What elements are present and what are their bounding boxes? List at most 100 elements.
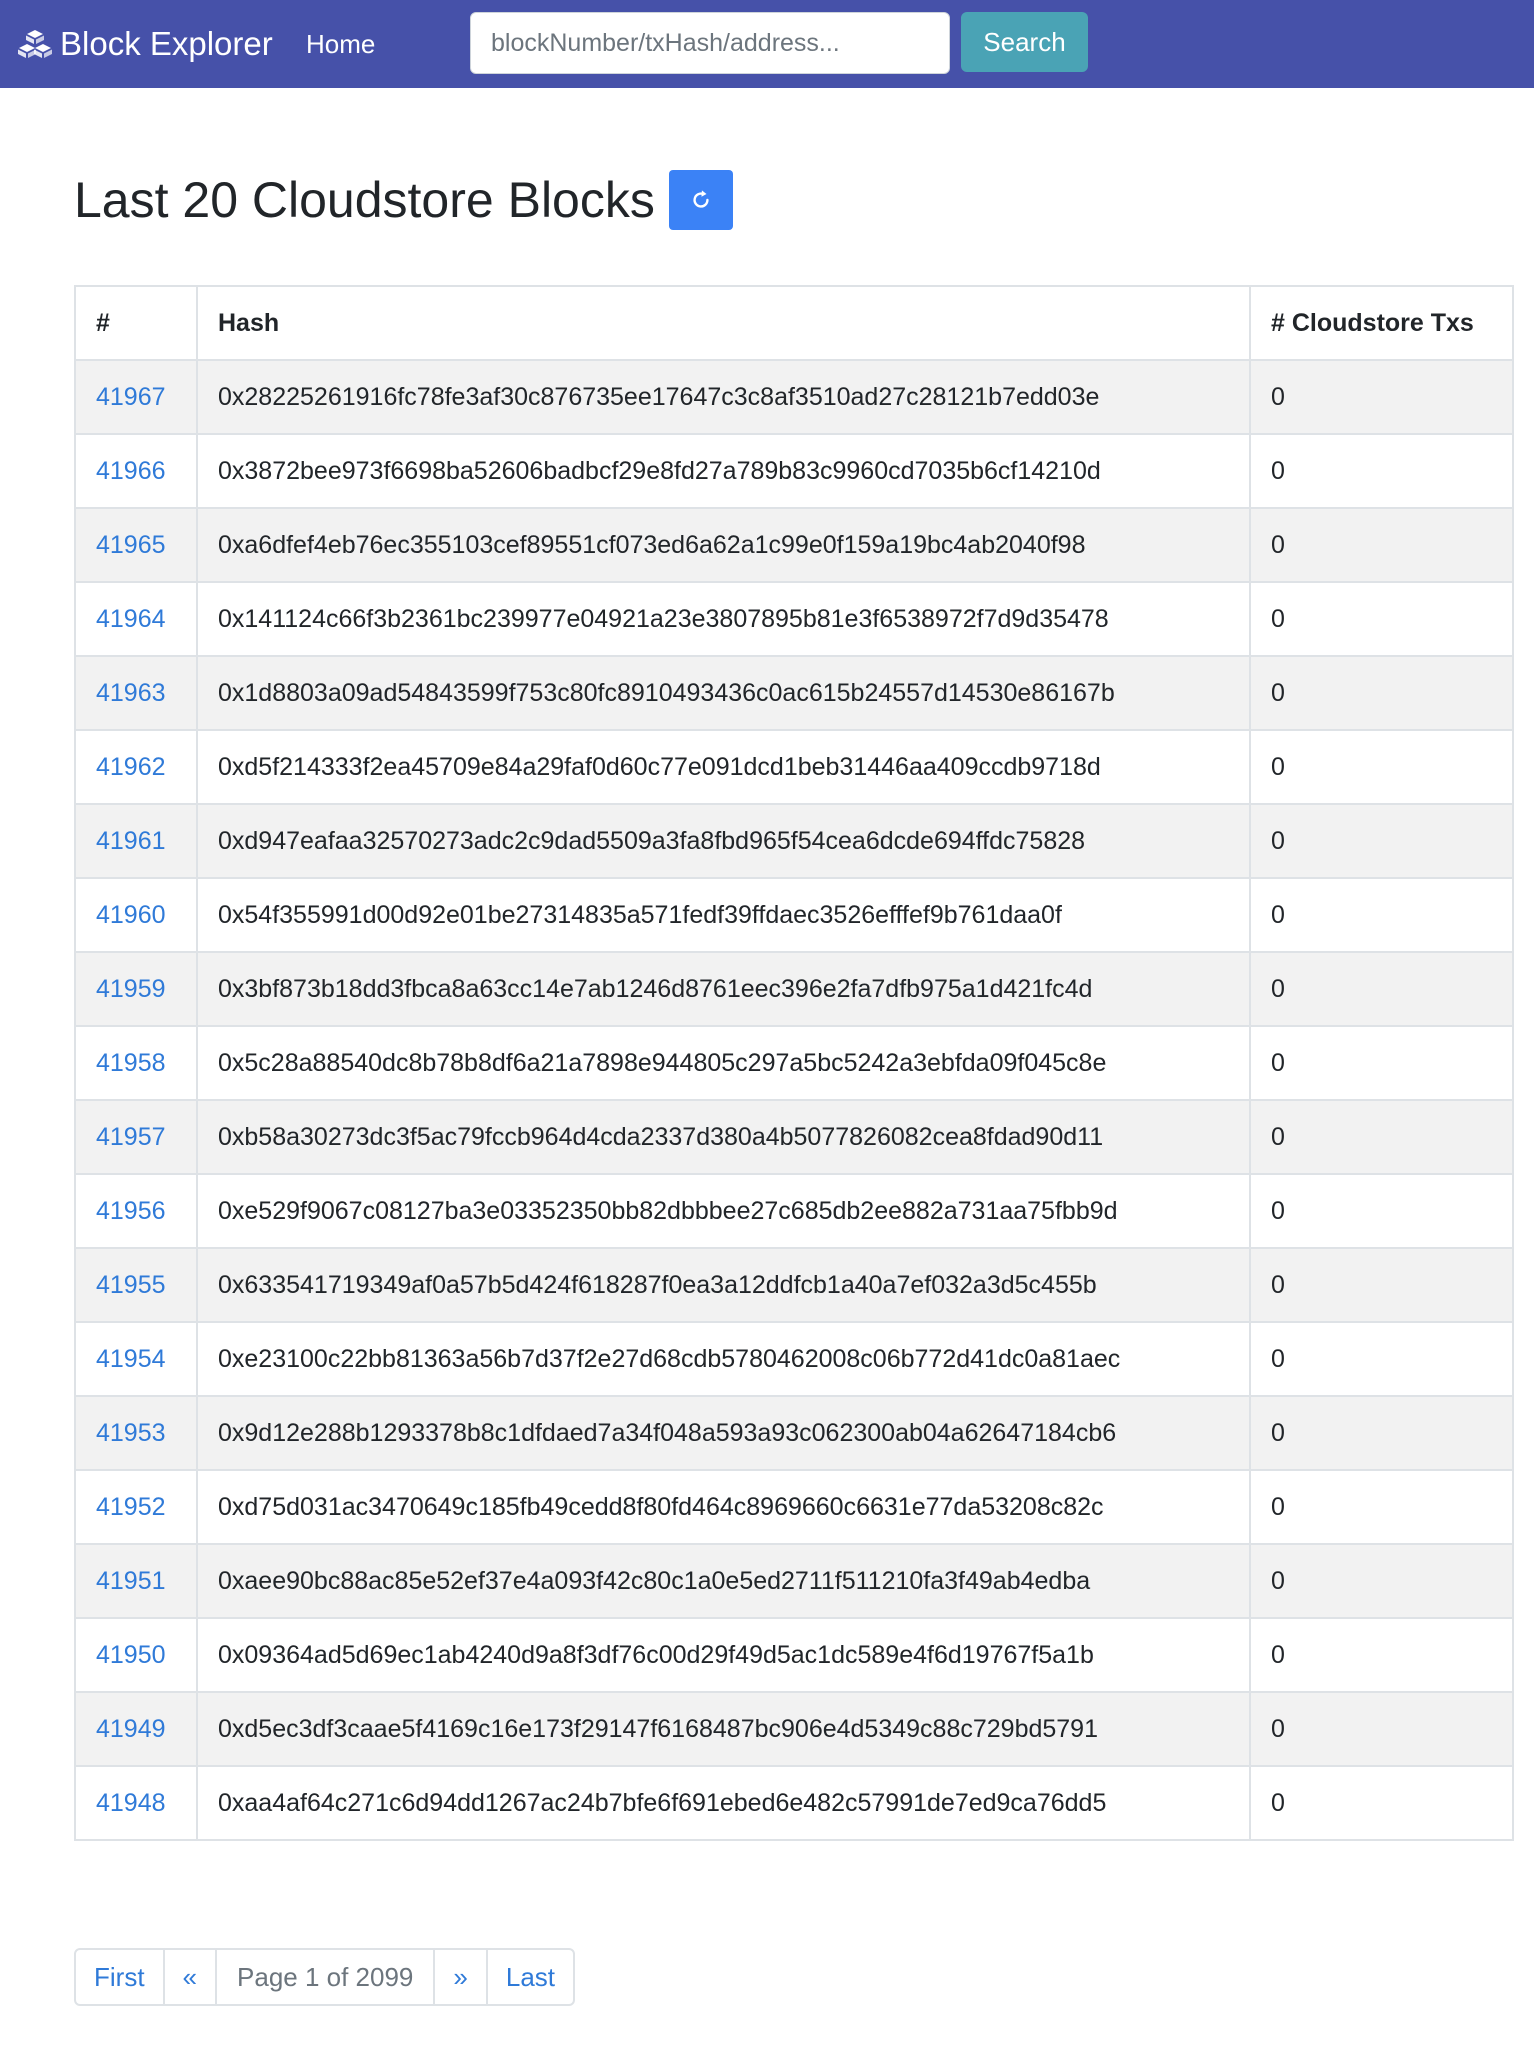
- pagination-next[interactable]: »: [433, 1948, 488, 2006]
- block-number-link[interactable]: 41952: [96, 1493, 166, 1521]
- page-title: Last 20 Cloudstore Blocks: [74, 172, 655, 228]
- blocks-table-body: 41967 0x28225261916fc78fe3af30c876735ee17…: [74, 359, 1514, 1841]
- cloudstore-txs-cell: 0: [1249, 1025, 1514, 1101]
- cloudstore-txs-cell: 0: [1249, 1543, 1514, 1619]
- block-hash-cell: 0x28225261916fc78fe3af30c876735ee17647c3…: [196, 359, 1251, 435]
- table-row: 41955 0x633541719349af0a57b5d424f618287f0…: [74, 1247, 1514, 1323]
- brand-link[interactable]: Block Explorer: [18, 22, 273, 66]
- cloudstore-txs-cell: 0: [1249, 951, 1514, 1027]
- block-number-cell: 41962: [74, 729, 198, 805]
- block-hash-cell: 0xb58a30273dc3f5ac79fccb964d4cda2337d380…: [196, 1099, 1251, 1175]
- cloudstore-txs-cell: 0: [1249, 1395, 1514, 1471]
- block-hash-cell: 0x9d12e288b1293378b8c1dfdaed7a34f048a593…: [196, 1395, 1251, 1471]
- cloudstore-txs-cell: 0: [1249, 1173, 1514, 1249]
- block-number-link[interactable]: 41956: [96, 1197, 166, 1225]
- block-number-link[interactable]: 41950: [96, 1641, 166, 1669]
- block-number-cell: 41961: [74, 803, 198, 879]
- block-hash-cell: 0xe23100c22bb81363a56b7d37f2e27d68cdb578…: [196, 1321, 1251, 1397]
- block-number-cell: 41957: [74, 1099, 198, 1175]
- cubes-icon: [18, 30, 52, 58]
- search-button[interactable]: Search: [961, 12, 1088, 72]
- block-number-cell: 41954: [74, 1321, 198, 1397]
- block-number-link[interactable]: 41959: [96, 975, 166, 1003]
- table-row: 41950 0x09364ad5d69ec1ab4240d9a8f3df76c00…: [74, 1617, 1514, 1693]
- block-number-cell: 41956: [74, 1173, 198, 1249]
- table-row: 41964 0x141124c66f3b2361bc239977e04921a23…: [74, 581, 1514, 657]
- table-row: 41954 0xe23100c22bb81363a56b7d37f2e27d68c…: [74, 1321, 1514, 1397]
- cloudstore-txs-cell: 0: [1249, 1099, 1514, 1175]
- navbar: Block Explorer Home Search: [0, 0, 1534, 88]
- block-hash-cell: 0xd947eafaa32570273adc2c9dad5509a3fa8fbd…: [196, 803, 1251, 879]
- cloudstore-txs-cell: 0: [1249, 877, 1514, 953]
- cloudstore-txs-cell: 0: [1249, 729, 1514, 805]
- block-hash-cell: 0x3872bee973f6698ba52606badbcf29e8fd27a7…: [196, 433, 1251, 509]
- table-row: 41958 0x5c28a88540dc8b78b8df6a21a7898e944…: [74, 1025, 1514, 1101]
- blocks-table: # Hash # Cloudstore Txs 41967 0x282252619…: [74, 285, 1514, 1841]
- table-row: 41965 0xa6dfef4eb76ec355103cef89551cf073e…: [74, 507, 1514, 583]
- brand-label: Block Explorer: [60, 25, 273, 62]
- table-row: 41960 0x54f355991d00d92e01be27314835a571f…: [74, 877, 1514, 953]
- block-hash-cell: 0xd5ec3df3caae5f4169c16e173f29147f616848…: [196, 1691, 1251, 1767]
- table-row: 41948 0xaa4af64c271c6d94dd1267ac24b7bfe6f…: [74, 1765, 1514, 1841]
- table-row: 41951 0xaee90bc88ac85e52ef37e4a093f42c80c…: [74, 1543, 1514, 1619]
- block-hash-cell: 0xd5f214333f2ea45709e84a29faf0d60c77e091…: [196, 729, 1251, 805]
- pagination: First « Page 1 of 2099 » Last: [74, 1948, 576, 2006]
- block-hash-cell: 0xd75d031ac3470649c185fb49cedd8f80fd464c…: [196, 1469, 1251, 1545]
- table-row: 41956 0xe529f9067c08127ba3e03352350bb82db…: [74, 1173, 1514, 1249]
- cloudstore-txs-cell: 0: [1249, 507, 1514, 583]
- block-number-link[interactable]: 41949: [96, 1715, 166, 1743]
- cloudstore-txs-cell: 0: [1249, 359, 1514, 435]
- block-number-link[interactable]: 41948: [96, 1789, 166, 1817]
- block-number-link[interactable]: 41964: [96, 605, 166, 633]
- block-number-link[interactable]: 41966: [96, 457, 166, 485]
- cloudstore-txs-cell: 0: [1249, 1469, 1514, 1545]
- table-row: 41962 0xd5f214333f2ea45709e84a29faf0d60c7…: [74, 729, 1514, 805]
- table-row: 41963 0x1d8803a09ad54843599f753c80fc89104…: [74, 655, 1514, 731]
- pagination-last[interactable]: Last: [485, 1948, 576, 2006]
- block-hash-cell: 0x3bf873b18dd3fbca8a63cc14e7ab1246d8761e…: [196, 951, 1251, 1027]
- table-row: 41949 0xd5ec3df3caae5f4169c16e173f29147f6…: [74, 1691, 1514, 1767]
- block-number-link[interactable]: 41957: [96, 1123, 166, 1151]
- block-hash-cell: 0xaa4af64c271c6d94dd1267ac24b7bfe6f691eb…: [196, 1765, 1251, 1841]
- block-number-link[interactable]: 41961: [96, 827, 166, 855]
- pagination-first[interactable]: First: [74, 1948, 165, 2006]
- block-number-link[interactable]: 41951: [96, 1567, 166, 1595]
- block-number-cell: 41963: [74, 655, 198, 731]
- nav-home-link[interactable]: Home: [306, 26, 375, 62]
- block-number-cell: 41950: [74, 1617, 198, 1693]
- block-number-link[interactable]: 41965: [96, 531, 166, 559]
- block-number-link[interactable]: 41967: [96, 383, 166, 411]
- table-row: 41953 0x9d12e288b1293378b8c1dfdaed7a34f04…: [74, 1395, 1514, 1471]
- block-hash-cell: 0x633541719349af0a57b5d424f618287f0ea3a1…: [196, 1247, 1251, 1323]
- block-number-link[interactable]: 41960: [96, 901, 166, 929]
- header-hash: Hash: [196, 285, 1251, 361]
- block-number-cell: 41952: [74, 1469, 198, 1545]
- block-number-cell: 41965: [74, 507, 198, 583]
- cloudstore-txs-cell: 0: [1249, 581, 1514, 657]
- cloudstore-txs-cell: 0: [1249, 655, 1514, 731]
- block-number-cell: 41966: [74, 433, 198, 509]
- pagination-prev[interactable]: «: [162, 1948, 218, 2006]
- block-number-link[interactable]: 41954: [96, 1345, 166, 1373]
- table-row: 41966 0x3872bee973f6698ba52606badbcf29e8f…: [74, 433, 1514, 509]
- block-number-cell: 41967: [74, 359, 198, 435]
- block-number-link[interactable]: 41962: [96, 753, 166, 781]
- block-number-link[interactable]: 41958: [96, 1049, 166, 1077]
- cloudstore-txs-cell: 0: [1249, 1691, 1514, 1767]
- block-number-cell: 41964: [74, 581, 198, 657]
- pagination-info: Page 1 of 2099: [215, 1948, 436, 2006]
- table-row: 41957 0xb58a30273dc3f5ac79fccb964d4cda233…: [74, 1099, 1514, 1175]
- block-hash-cell: 0x141124c66f3b2361bc239977e04921a23e3807…: [196, 581, 1251, 657]
- block-number-link[interactable]: 41953: [96, 1419, 166, 1447]
- block-hash-cell: 0x09364ad5d69ec1ab4240d9a8f3df76c00d29f4…: [196, 1617, 1251, 1693]
- block-number-link[interactable]: 41963: [96, 679, 166, 707]
- refresh-button[interactable]: [668, 170, 733, 230]
- table-row: 41959 0x3bf873b18dd3fbca8a63cc14e7ab1246d…: [74, 951, 1514, 1027]
- table-header-row: # Hash # Cloudstore Txs: [74, 285, 1514, 361]
- cloudstore-txs-cell: 0: [1249, 1765, 1514, 1841]
- block-number-cell: 41955: [74, 1247, 198, 1323]
- block-number-link[interactable]: 41955: [96, 1271, 166, 1299]
- block-hash-cell: 0xe529f9067c08127ba3e03352350bb82dbbbee2…: [196, 1173, 1251, 1249]
- block-hash-cell: 0x5c28a88540dc8b78b8df6a21a7898e944805c2…: [196, 1025, 1251, 1101]
- search-input[interactable]: [470, 12, 950, 74]
